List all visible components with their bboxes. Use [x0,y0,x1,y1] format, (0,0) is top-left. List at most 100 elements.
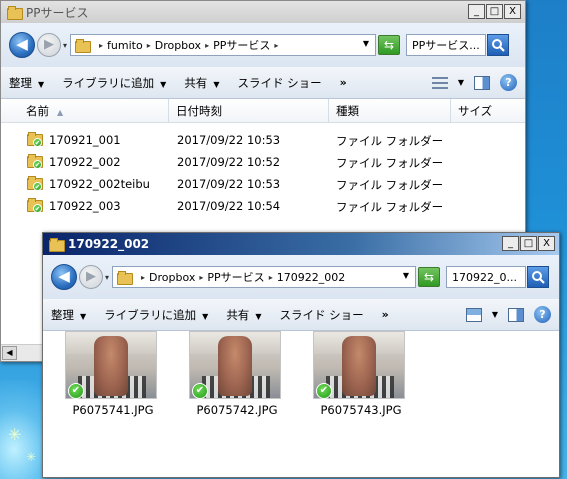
breadcrumb-separator-icon[interactable]: ▸ [141,273,145,282]
breadcrumb-separator-icon[interactable]: ▸ [205,41,209,50]
column-name-label: 名前 [26,104,49,118]
search-icon [492,39,505,52]
file-date: 2017/09/22 10:53 [177,133,281,147]
horizontal-scrollbar[interactable]: ◀ [1,344,45,361]
column-header-size[interactable]: サイズ [451,99,527,123]
image-thumbnail[interactable]: ✔ P6075742.JPG [189,331,285,417]
breadcrumb-separator-icon[interactable]: ▸ [269,273,273,282]
view-controls: ▼ ? [431,74,517,91]
breadcrumb-item[interactable]: Dropbox [155,39,201,52]
breadcrumb-item[interactable]: fumito [107,39,143,52]
breadcrumb[interactable]: ▸ Dropbox ▸ PPサービス ▸ 170922_002 ▼ [112,266,417,288]
address-dropdown-icon[interactable]: ▼ [403,271,409,280]
recent-pages-dropdown-icon[interactable]: ▾ [105,273,109,282]
maximize-button[interactable]: □ [486,4,503,19]
column-headers: 名前 ▲ 日付時刻 種類 サイズ [1,99,525,123]
file-date: 2017/09/22 10:54 [177,199,281,213]
folder-icon [75,39,92,53]
title-bar[interactable]: PPサービス _ □ X [1,1,525,23]
organize-label: 整理 [9,75,32,90]
more-commands-button[interactable]: » [340,76,347,89]
preview-pane-icon[interactable] [474,75,490,90]
view-mode-icon[interactable] [465,307,482,322]
image-thumbnail[interactable]: ✔ P6075741.JPG [65,331,161,417]
column-header-date[interactable]: 日付時刻 [169,99,329,123]
image-thumbnail[interactable]: ✔ P6075743.JPG [313,331,409,417]
help-icon[interactable]: ? [500,74,517,91]
file-name: 170921_001 [49,133,121,147]
column-header-name[interactable]: 名前 ▲ [19,99,169,123]
explorer-window-170922-002[interactable]: 170922_002 _ □ X ◀ ▶ ▾ ▸ Dropbox ▸ PPサービ… [42,232,560,478]
file-name: 170922_002teibu [49,177,150,191]
breadcrumb-item[interactable]: PPサービス [207,269,264,285]
address-bar-row: ◀ ▶ ▾ ▸ Dropbox ▸ PPサービス ▸ 170922_002 ▼ … [43,255,559,299]
address-dropdown-icon[interactable]: ▼ [363,39,369,48]
synced-folder-icon: ✔ [27,176,43,191]
minimize-button[interactable]: _ [468,4,485,19]
search-input[interactable]: 170922_0... [446,266,527,288]
file-name: 170922_002 [49,155,121,169]
breadcrumb-separator-icon[interactable]: ▸ [274,41,278,50]
file-type: ファイル フォルダー [336,178,444,192]
file-row[interactable]: ✔ 170921_001 2017/09/22 10:53 ファイル フォルダー [1,129,525,151]
more-commands-button[interactable]: » [382,308,389,321]
breadcrumb-item[interactable]: PPサービス [213,37,270,53]
column-header-type[interactable]: 種類 [329,99,451,123]
include-library-label: ライブラリに追加 [104,307,197,322]
share-menu[interactable]: 共有 ▼ [226,307,261,323]
file-name: 170922_003 [49,199,121,213]
search-button[interactable] [487,34,510,56]
include-in-library-menu[interactable]: ライブラリに追加 ▼ [104,307,208,323]
view-dropdown-icon[interactable]: ▼ [492,310,498,319]
minimize-button[interactable]: _ [502,236,519,251]
recent-pages-dropdown-icon[interactable]: ▾ [63,41,67,50]
file-row[interactable]: ✔ 170922_003 2017/09/22 10:54 ファイル フォルダー [1,195,525,217]
file-type: ファイル フォルダー [336,134,444,148]
search-button[interactable] [527,266,550,288]
breadcrumb-separator-icon[interactable]: ▸ [99,41,103,50]
sort-ascending-icon: ▲ [57,108,64,117]
close-button[interactable]: X [538,236,555,251]
file-row[interactable]: ✔ 170922_002teibu 2017/09/22 10:53 ファイル … [1,173,525,195]
back-button[interactable]: ◀ [51,264,77,290]
file-row[interactable]: ✔ 170922_002 2017/09/22 10:52 ファイル フォルダー [1,151,525,173]
dropdown-icon: ▼ [202,311,209,321]
help-icon[interactable]: ? [534,306,551,323]
slideshow-button[interactable]: スライド ショー [279,307,363,323]
view-dropdown-icon[interactable]: ▼ [458,78,464,87]
slideshow-button[interactable]: スライド ショー [237,75,321,91]
breadcrumb-separator-icon[interactable]: ▸ [147,41,151,50]
share-menu[interactable]: 共有 ▼ [184,75,219,91]
details-view-icon[interactable] [431,76,448,89]
command-bar: 整理 ▼ ライブラリに追加 ▼ 共有 ▼ スライド ショー » ▼ ? [43,299,559,331]
breadcrumb-separator-icon[interactable]: ▸ [199,273,203,282]
dropdown-icon: ▼ [160,79,167,89]
folder-icon [117,271,134,285]
search-icon [532,271,545,284]
synced-folder-icon: ✔ [27,154,43,169]
preview-pane-icon[interactable] [508,307,524,322]
forward-button[interactable]: ▶ [79,265,103,289]
file-type: ファイル フォルダー [336,156,444,170]
breadcrumb-item[interactable]: 170922_002 [277,271,346,284]
back-button[interactable]: ◀ [9,32,35,58]
thumbnail-label: P6075741.JPG [72,403,154,417]
dropdown-icon: ▼ [255,311,262,321]
caption-buttons: _ □ X [502,236,555,251]
refresh-button[interactable]: ⇆ [378,35,401,55]
dropdown-icon: ▼ [80,311,87,321]
close-button[interactable]: X [504,4,521,19]
sync-check-icon: ✔ [316,383,332,399]
maximize-button[interactable]: □ [520,236,537,251]
breadcrumb-item[interactable]: Dropbox [149,271,195,284]
refresh-button[interactable]: ⇆ [418,267,441,287]
share-label: 共有 [226,307,250,322]
organize-menu[interactable]: 整理 ▼ [51,307,86,323]
search-input[interactable]: PPサービス... [406,34,487,56]
organize-menu[interactable]: 整理 ▼ [9,75,44,91]
scroll-left-button[interactable]: ◀ [2,346,17,360]
forward-button[interactable]: ▶ [37,33,61,57]
title-bar[interactable]: 170922_002 _ □ X [43,233,559,255]
breadcrumb[interactable]: ▸ fumito ▸ Dropbox ▸ PPサービス ▸ ▼ [70,34,377,56]
include-in-library-menu[interactable]: ライブラリに追加 ▼ [62,75,166,91]
